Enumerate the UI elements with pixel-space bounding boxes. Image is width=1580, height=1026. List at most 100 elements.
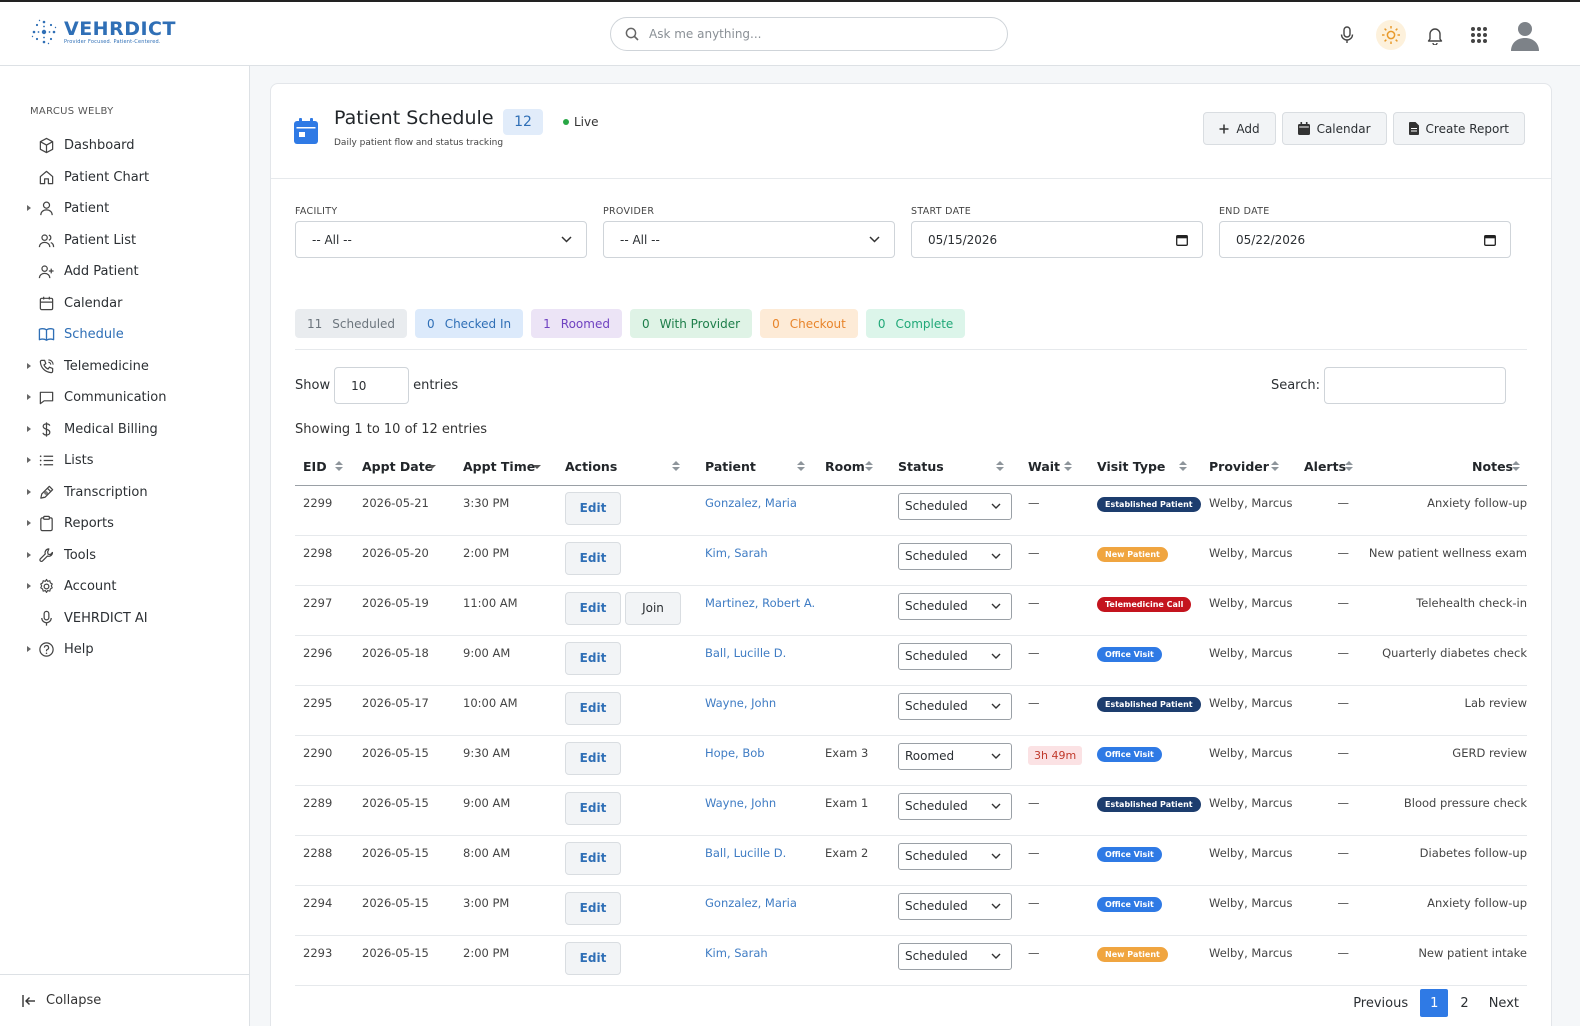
status-chip-scheduled[interactable]: 11 Scheduled	[295, 309, 408, 338]
status-select[interactable]: Scheduled	[898, 792, 1012, 820]
sort-icon[interactable]	[335, 461, 343, 472]
provider-select[interactable]: -- All --	[603, 221, 895, 258]
notifications-button[interactable]	[1420, 20, 1450, 50]
status-select[interactable]: Scheduled	[898, 842, 1012, 870]
edit-button[interactable]: Edit	[565, 641, 621, 675]
status-select[interactable]: Scheduled	[898, 542, 1012, 570]
status-select[interactable]: Scheduled	[898, 592, 1012, 620]
sort-icon[interactable]	[1345, 461, 1353, 472]
patient-link[interactable]: Kim, Sarah	[705, 546, 768, 560]
entries-select[interactable]: 10	[334, 367, 410, 404]
status-select[interactable]: Roomed	[898, 742, 1012, 770]
edit-button[interactable]: Edit	[565, 541, 621, 575]
edit-button[interactable]: Edit	[565, 941, 621, 975]
calendar-picker-icon[interactable]	[1484, 234, 1496, 246]
sidebar-item-patient[interactable]: Patient	[0, 193, 249, 225]
patient-link[interactable]: Ball, Lucille D.	[705, 646, 786, 660]
column-header-appt-time[interactable]: Appt Time	[455, 448, 557, 486]
create-report-button[interactable]: Create Report	[1392, 112, 1525, 145]
sidebar-item-communication[interactable]: Communication	[0, 382, 249, 414]
sort-icon[interactable]	[672, 461, 680, 472]
sidebar-item-schedule[interactable]: Schedule	[0, 319, 249, 351]
global-search[interactable]	[610, 17, 1008, 51]
sidebar-item-calendar[interactable]: Calendar	[0, 288, 249, 320]
start-date-input[interactable]: 05/15/2026	[911, 221, 1203, 258]
column-header-status[interactable]: Status	[890, 448, 1020, 486]
apps-button[interactable]	[1464, 20, 1494, 50]
sidebar-item-lists[interactable]: Lists	[0, 445, 249, 477]
sidebar-item-patient-list[interactable]: Patient List	[0, 225, 249, 257]
end-date-input[interactable]: 05/22/2026	[1219, 221, 1511, 258]
column-header-appt-date[interactable]: Appt Date	[354, 448, 455, 486]
sidebar-item-patient-chart[interactable]: Patient Chart	[0, 162, 249, 194]
user-avatar[interactable]	[1508, 18, 1542, 52]
sidebar-item-telemedicine[interactable]: Telemedicine	[0, 351, 249, 383]
patient-link[interactable]: Gonzalez, Maria	[705, 896, 797, 910]
sort-icon[interactable]	[1179, 461, 1187, 472]
edit-button[interactable]: Edit	[565, 741, 621, 775]
sort-icon[interactable]	[996, 461, 1004, 472]
patient-link[interactable]: Hope, Bob	[705, 746, 765, 760]
sort-icon[interactable]	[1512, 461, 1520, 472]
global-search-input[interactable]	[649, 27, 969, 41]
patient-link[interactable]: Wayne, John	[705, 796, 776, 810]
status-chip-complete[interactable]: 0 Complete	[865, 309, 966, 338]
page-button-1[interactable]: 1	[1420, 989, 1449, 1017]
calendar-button[interactable]: Calendar	[1281, 112, 1387, 145]
patient-link[interactable]: Gonzalez, Maria	[705, 496, 797, 510]
patient-link[interactable]: Ball, Lucille D.	[705, 846, 786, 860]
join-button[interactable]: Join	[625, 591, 681, 625]
sort-icon[interactable]	[797, 461, 805, 472]
column-header-patient[interactable]: Patient	[697, 448, 817, 486]
sidebar-item-reports[interactable]: Reports	[0, 508, 249, 540]
patient-link[interactable]: Kim, Sarah	[705, 946, 768, 960]
app-logo[interactable]: VEHRDICT Provider Focused. Patient-Cente…	[30, 18, 176, 46]
sidebar-item-dashboard[interactable]: Dashboard	[0, 130, 249, 162]
sidebar-item-account[interactable]: Account	[0, 571, 249, 603]
status-chip-checked-in[interactable]: 0 Checked In	[415, 309, 524, 338]
next-page-button[interactable]: Next	[1481, 989, 1527, 1017]
status-select[interactable]: Scheduled	[898, 692, 1012, 720]
sidebar-item-medical-billing[interactable]: Medical Billing	[0, 414, 249, 446]
previous-page-button[interactable]: Previous	[1345, 989, 1416, 1017]
edit-button[interactable]: Edit	[565, 891, 621, 925]
patient-link[interactable]: Martinez, Robert A.	[705, 596, 815, 610]
sort-icon[interactable]	[428, 461, 436, 472]
table-search-input[interactable]	[1324, 367, 1506, 404]
column-header-room[interactable]: Room	[817, 448, 890, 486]
sort-icon[interactable]	[533, 461, 541, 472]
column-header-provider[interactable]: Provider	[1201, 448, 1296, 486]
column-header-actions[interactable]: Actions	[557, 448, 697, 486]
status-chip-with-provider[interactable]: 0 With Provider	[629, 309, 753, 338]
facility-select[interactable]: -- All --	[295, 221, 587, 258]
status-chip-checkout[interactable]: 0 Checkout	[760, 309, 858, 338]
column-header-eid[interactable]: EID	[295, 448, 354, 486]
sidebar-item-add-patient[interactable]: Add Patient	[0, 256, 249, 288]
theme-toggle-button[interactable]	[1376, 20, 1406, 50]
sidebar-item-tools[interactable]: Tools	[0, 540, 249, 572]
sort-icon[interactable]	[1271, 461, 1279, 472]
column-header-notes[interactable]: Notes	[1357, 448, 1527, 486]
microphone-button[interactable]	[1332, 20, 1362, 50]
status-select[interactable]: Scheduled	[898, 642, 1012, 670]
status-select[interactable]: Scheduled	[898, 892, 1012, 920]
patient-link[interactable]: Wayne, John	[705, 696, 776, 710]
status-select[interactable]: Scheduled	[898, 492, 1012, 520]
status-select[interactable]: Scheduled	[898, 942, 1012, 970]
sort-icon[interactable]	[865, 461, 873, 472]
sidebar-item-vehrdict-ai[interactable]: VEHRDICT AI	[0, 603, 249, 635]
edit-button[interactable]: Edit	[565, 841, 621, 875]
edit-button[interactable]: Edit	[565, 591, 621, 625]
sidebar-item-help[interactable]: Help	[0, 634, 249, 666]
add-button[interactable]: Add	[1203, 112, 1276, 145]
edit-button[interactable]: Edit	[565, 691, 621, 725]
collapse-button[interactable]: Collapse	[0, 974, 249, 1026]
page-button-2[interactable]: 2	[1452, 989, 1476, 1017]
edit-button[interactable]: Edit	[565, 791, 621, 825]
column-header-alerts[interactable]: Alerts	[1296, 448, 1357, 486]
sidebar-item-transcription[interactable]: Transcription	[0, 477, 249, 509]
calendar-picker-icon[interactable]	[1176, 234, 1188, 246]
sort-icon[interactable]	[1064, 461, 1072, 472]
column-header-wait[interactable]: Wait	[1020, 448, 1089, 486]
status-chip-roomed[interactable]: 1 Roomed	[531, 309, 622, 338]
